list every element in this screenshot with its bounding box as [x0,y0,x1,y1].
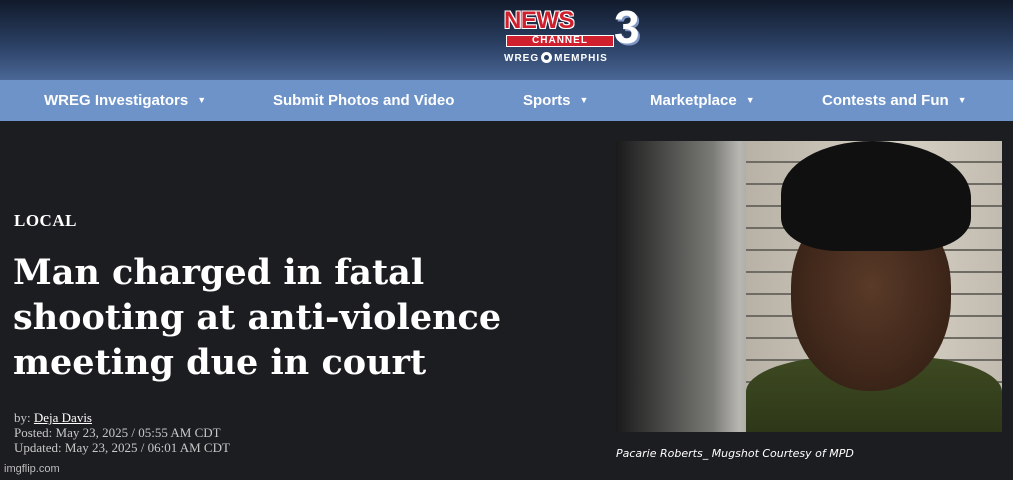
logo-news-text: NEWS [504,7,575,34]
chevron-down-icon: ▼ [579,95,589,105]
imgflip-watermark: imgflip.com [4,463,60,475]
article-headline: Man charged in fatal shooting at anti-vi… [13,250,573,385]
logo-channel-text: CHANNEL [506,35,614,47]
photo-subject-hair [781,141,971,251]
headline-line: meeting due in court [13,342,427,383]
updated-timestamp: Updated: May 23, 2025 / 06:01 AM CDT [14,440,230,455]
nav-item-label: WREG Investigators [44,92,189,109]
main-nav: WREG Investigators ▼ Submit Photos and Vi… [0,80,1013,121]
nav-item-label: Sports [523,92,571,109]
site-header: NEWS CHANNEL 3 WREG MEMPHIS [0,0,1013,80]
nav-item-label: Submit Photos and Video [273,92,455,109]
nav-item-marketplace[interactable]: Marketplace ▼ [650,80,755,121]
nav-item-label: Contests and Fun [822,92,949,109]
mugshot-photo [616,141,1002,432]
chevron-down-icon: ▼ [745,95,755,105]
logo-sub-left: WREG [504,53,540,64]
headline-line: shooting at anti-violence [13,297,502,338]
cbs-eye-icon [541,52,553,63]
article-category[interactable]: LOCAL [14,211,77,231]
logo-sub-right: MEMPHIS [554,53,608,64]
nav-item-contests[interactable]: Contests and Fun ▼ [822,80,967,121]
logo-number: 3 [614,1,640,53]
nav-item-sports[interactable]: Sports ▼ [523,80,588,121]
nav-item-wreg-investigators[interactable]: WREG Investigators ▼ [44,80,206,121]
photo-caption: Pacarie Roberts_ Mugshot Courtesy of MPD [616,447,854,460]
news-channel-3-logo[interactable]: NEWS CHANNEL 3 WREG MEMPHIS [504,4,654,68]
chevron-down-icon: ▼ [957,95,967,105]
posted-timestamp: Posted: May 23, 2025 / 05:55 AM CDT [14,425,221,440]
author-link[interactable]: Deja Davis [34,410,92,425]
headline-line: Man charged in fatal [13,252,425,293]
byline-prefix: by: [14,410,31,425]
chevron-down-icon: ▼ [197,95,207,105]
byline: by: Deja Davis [14,410,92,425]
logo-subline: WREG MEMPHIS [504,52,654,65]
nav-item-submit-photos[interactable]: Submit Photos and Video [273,80,454,121]
nav-item-label: Marketplace [650,92,737,109]
